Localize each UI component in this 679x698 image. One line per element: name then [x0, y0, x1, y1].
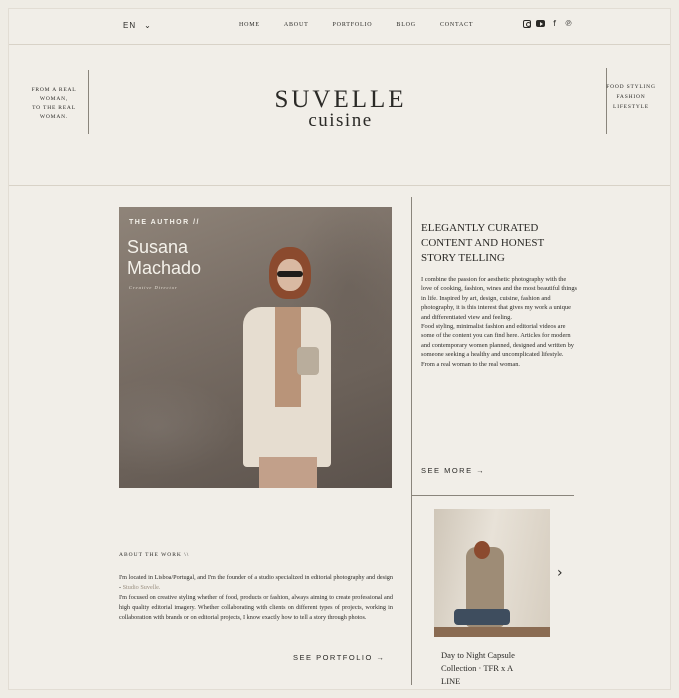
author-photo: THE AUTHOR // Susana Machado Creative Di…	[119, 207, 392, 488]
author-last-name: Machado	[127, 258, 202, 278]
intro-paragraph: I combine the passion for aesthetic phot…	[421, 276, 578, 321]
language-label: EN	[123, 21, 137, 30]
divider	[88, 70, 89, 134]
language-selector[interactable]: EN ⌄	[123, 21, 152, 30]
post-title-line: Day to Night Capsule	[441, 650, 515, 660]
nav-portfolio[interactable]: PORTFOLIO	[333, 22, 373, 28]
post-thumbnail[interactable]	[434, 509, 550, 637]
intro-paragraph: Food styling, minimalist fashion and edi…	[421, 323, 574, 359]
instagram-icon[interactable]	[523, 19, 531, 28]
intro-heading-line: STORY TELLING	[421, 252, 505, 264]
youtube-icon[interactable]	[536, 20, 545, 27]
vertical-divider	[411, 197, 412, 685]
intro-heading: ELEGANTLY CURATED CONTENT AND HONEST STO…	[421, 221, 571, 266]
nav-home[interactable]: HOME	[239, 22, 260, 28]
nav-contact[interactable]: CONTACT	[440, 22, 473, 28]
intro-body: I combine the passion for aesthetic phot…	[421, 275, 577, 369]
top-bar: EN ⌄ HOME ABOUT PORTFOLIO BLOG CONTACT f …	[9, 9, 670, 45]
intro-heading-line: ELEGANTLY CURATED	[421, 222, 539, 234]
page-frame: EN ⌄ HOME ABOUT PORTFOLIO BLOG CONTACT f …	[8, 8, 671, 690]
site-header: FROM A REAL WOMAN, TO THE REAL WOMAN. SU…	[9, 46, 670, 186]
post-title[interactable]: Day to Night Capsule Collection · TFR x …	[441, 649, 551, 688]
studio-link[interactable]: Studio Suvelle.	[123, 584, 161, 591]
tagline-left-line: FROM A REAL	[31, 87, 77, 93]
tagline-right-line: LIFESTYLE	[613, 104, 649, 110]
site-logo[interactable]: SUVELLE cuisine	[209, 86, 472, 132]
tagline-left-line: WOMAN.	[39, 114, 69, 120]
intro-paragraph: From a real woman to the real woman.	[421, 360, 521, 368]
see-more-link[interactable]: SEE MORE →	[421, 466, 485, 475]
post-title-line: Collection · TFR x A	[441, 663, 514, 673]
author-role: Creative Director	[129, 285, 178, 290]
post-figure-head	[474, 541, 490, 559]
tagline-right-line: FASHION	[616, 94, 646, 100]
post-title-line: LINE	[441, 676, 461, 686]
nav-blog[interactable]: BLOG	[396, 22, 416, 28]
see-portfolio-link[interactable]: SEE PORTFOLIO →	[293, 653, 385, 662]
facebook-icon[interactable]: f	[550, 19, 559, 28]
intro-heading-line: CONTENT AND HONEST	[421, 237, 545, 249]
author-label: THE AUTHOR //	[129, 219, 200, 226]
tagline-left: FROM A REAL WOMAN, TO THE REAL WOMAN.	[19, 86, 89, 122]
post-figure-legs	[454, 609, 510, 625]
author-first-name: Susana	[127, 237, 189, 257]
social-links: f ℗	[523, 19, 573, 28]
chevron-right-icon[interactable]: ›	[557, 565, 563, 581]
tagline-right-line: FOOD STYLING	[606, 84, 656, 90]
about-work-body: I'm located in Lisboa/Portugal, and I'm …	[119, 573, 393, 623]
author-name: Susana Machado	[127, 237, 201, 279]
figure-legs	[259, 457, 317, 488]
sunglasses	[277, 271, 303, 277]
tagline-left-line: TO THE REAL	[32, 105, 76, 111]
tagline-left-line: WOMAN,	[39, 96, 69, 102]
logo-subtitle: cuisine	[308, 110, 373, 131]
chevron-down-icon: ⌄	[144, 21, 152, 30]
about-work-text: I'm focused on creative styling whether …	[119, 594, 393, 621]
figure-bag	[297, 347, 319, 375]
nav-about[interactable]: ABOUT	[284, 22, 309, 28]
main-nav: HOME ABOUT PORTFOLIO BLOG CONTACT	[239, 22, 473, 28]
post-floor	[434, 627, 550, 637]
about-work-heading: ABOUT THE WORK \\	[119, 552, 190, 558]
pinterest-icon[interactable]: ℗	[564, 19, 573, 28]
horizontal-divider	[411, 495, 574, 496]
tagline-right: FOOD STYLING FASHION LIFESTYLE	[598, 82, 664, 112]
